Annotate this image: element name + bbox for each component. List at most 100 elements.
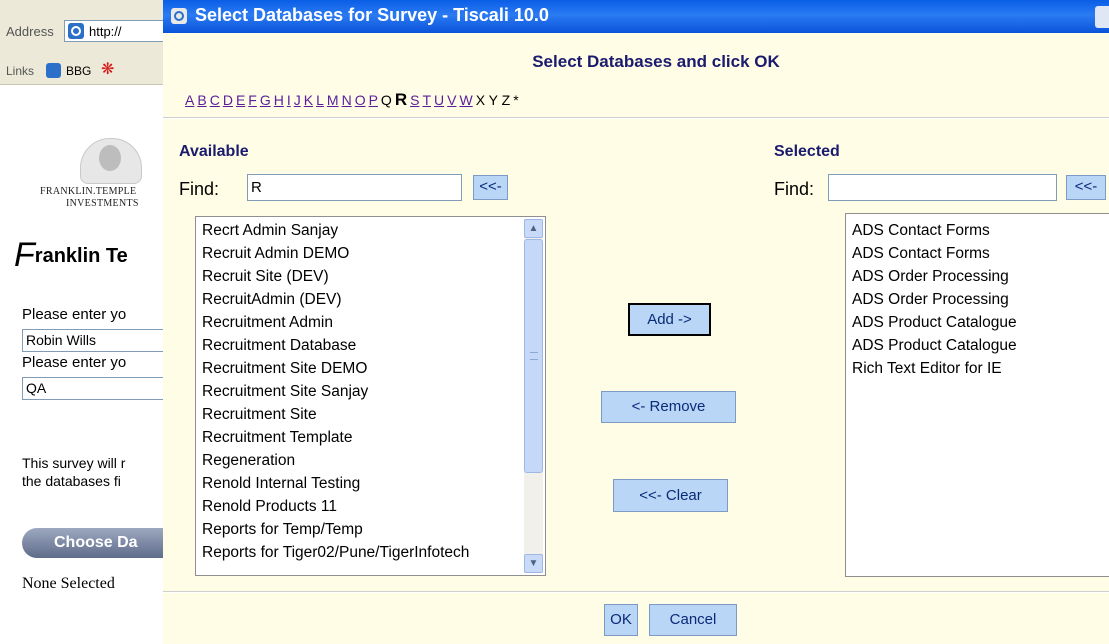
list-item[interactable]: ADS Order Processing bbox=[846, 288, 1109, 311]
alpha-link-g[interactable]: G bbox=[260, 92, 271, 108]
available-scrollbar[interactable]: ▲ ▼ bbox=[524, 219, 543, 573]
selected-listbox[interactable]: ADS Contact Forms ADS Contact Forms ADS Or… bbox=[845, 213, 1109, 577]
ie-link-icon[interactable] bbox=[46, 63, 61, 78]
remove-button[interactable]: <- Remove bbox=[601, 391, 736, 423]
alpha-link-c[interactable]: C bbox=[210, 92, 220, 108]
company-subtitle: INVESTMENTS bbox=[66, 198, 139, 209]
maple-leaf-icon[interactable]: ❋ bbox=[101, 62, 114, 78]
alpha-link-w[interactable]: W bbox=[459, 92, 472, 108]
ie-page-icon bbox=[68, 23, 84, 39]
page-heading: Franklin Te bbox=[14, 236, 128, 275]
available-find-label: Find: bbox=[179, 179, 220, 199]
background-browser-page: Address http:// Links BBG ❋ FRANKLIN.TEM… bbox=[0, 0, 165, 644]
franklin-logo-icon bbox=[80, 138, 142, 184]
list-item[interactable]: Recruitment Site bbox=[196, 403, 545, 426]
alpha-link-p[interactable]: P bbox=[369, 92, 378, 108]
prompt-name: Please enter yo bbox=[22, 306, 127, 323]
prompt-team: Please enter yo bbox=[22, 354, 127, 371]
dialog-header: Select Databases and click OK bbox=[532, 52, 780, 71]
alpha-star: * bbox=[513, 92, 519, 108]
address-label: Address bbox=[6, 24, 54, 39]
links-bar: Links BBG ❋ bbox=[0, 58, 165, 85]
list-item[interactable]: RecruitAdmin (DEV) bbox=[196, 288, 545, 311]
choose-databases-button[interactable]: Choose Da bbox=[22, 528, 165, 558]
alpha-link-i[interactable]: I bbox=[287, 92, 291, 108]
list-item[interactable]: ADS Product Catalogue bbox=[846, 311, 1109, 334]
dialog-title: Select Databases for Survey - Tiscali 10… bbox=[195, 5, 549, 25]
alpha-link-a[interactable]: A bbox=[185, 92, 194, 108]
list-item[interactable]: Reports for Tiger02/Pune/TigerInfotech bbox=[196, 541, 545, 564]
alpha-link-m[interactable]: M bbox=[327, 92, 339, 108]
alpha-plain-xyz: X Y Z bbox=[475, 92, 511, 108]
available-find-input[interactable] bbox=[247, 174, 462, 201]
alpha-link-l[interactable]: L bbox=[316, 92, 324, 108]
window-control-button[interactable] bbox=[1095, 6, 1109, 28]
list-item[interactable]: Recruitment Template bbox=[196, 426, 545, 449]
list-item[interactable]: Recruitment Site DEMO bbox=[196, 357, 545, 380]
heading-rest: ranklin Te bbox=[34, 245, 128, 267]
selected-find-button[interactable]: <<- bbox=[1066, 175, 1106, 200]
alpha-link-j[interactable]: J bbox=[294, 92, 301, 108]
available-title: Available bbox=[179, 143, 249, 160]
add-button[interactable]: Add -> bbox=[628, 303, 711, 336]
list-item[interactable]: Reports for Temp/Temp bbox=[196, 518, 545, 541]
list-item[interactable]: ADS Contact Forms bbox=[846, 219, 1109, 242]
alpha-link-t[interactable]: T bbox=[422, 92, 431, 108]
address-bar: Address http:// bbox=[0, 0, 165, 58]
alphabet-filter: ABCDEFGHIJKLMNOPQRSTUVWX Y Z * bbox=[185, 90, 522, 110]
alpha-link-e[interactable]: E bbox=[236, 92, 245, 108]
cancel-button[interactable]: Cancel bbox=[649, 604, 737, 636]
alpha-link-b[interactable]: B bbox=[197, 92, 206, 108]
list-item[interactable]: Rich Text Editor for IE bbox=[846, 357, 1109, 380]
team-field[interactable]: QA bbox=[22, 377, 165, 400]
divider-bottom bbox=[163, 591, 1109, 593]
available-listbox[interactable]: Recrt Admin Sanjay Recruit Admin DEMO Recr… bbox=[195, 216, 546, 576]
list-item[interactable]: ADS Order Processing bbox=[846, 265, 1109, 288]
alpha-link-u[interactable]: U bbox=[434, 92, 444, 108]
selected-title: Selected bbox=[774, 143, 840, 160]
survey-note-line1: This survey will r bbox=[22, 455, 126, 471]
list-item[interactable]: Recruitment Database bbox=[196, 334, 545, 357]
alpha-link-k[interactable]: K bbox=[304, 92, 313, 108]
survey-note-line2: the databases fi bbox=[22, 473, 121, 489]
list-item[interactable]: Renold Internal Testing bbox=[196, 472, 545, 495]
selected-find-input[interactable] bbox=[828, 174, 1057, 201]
alpha-link-s[interactable]: S bbox=[410, 92, 419, 108]
list-item[interactable]: Recruitment Site Sanjay bbox=[196, 380, 545, 403]
none-selected-text: None Selected bbox=[22, 575, 115, 592]
links-bbg[interactable]: BBG bbox=[66, 64, 91, 78]
list-item[interactable]: Regeneration bbox=[196, 449, 545, 472]
list-item[interactable]: Recruit Admin DEMO bbox=[196, 242, 545, 265]
alpha-link-h[interactable]: H bbox=[274, 92, 284, 108]
divider-top bbox=[163, 117, 1109, 119]
alpha-link-n[interactable]: N bbox=[342, 92, 352, 108]
list-item[interactable]: Recruit Site (DEV) bbox=[196, 265, 545, 288]
address-url[interactable]: http:// bbox=[89, 24, 122, 39]
list-item[interactable]: ADS Product Catalogue bbox=[846, 334, 1109, 357]
heading-initial: F bbox=[14, 236, 35, 274]
alpha-plain-q: Q bbox=[380, 92, 392, 108]
ie-window-icon bbox=[171, 8, 187, 24]
available-find-button[interactable]: <<- bbox=[473, 175, 508, 200]
alpha-link-v[interactable]: V bbox=[447, 92, 456, 108]
dialog-titlebar[interactable]: Select Databases for Survey - Tiscali 10… bbox=[163, 0, 1109, 33]
list-item[interactable]: Renold Products 11 bbox=[196, 495, 545, 518]
scroll-down-arrow-icon[interactable]: ▼ bbox=[524, 554, 543, 573]
selected-find-label: Find: bbox=[774, 179, 815, 199]
scrollbar-grip bbox=[530, 352, 538, 360]
alpha-current-r: R bbox=[394, 90, 408, 109]
address-field[interactable]: http:// bbox=[64, 20, 165, 42]
name-field[interactable]: Robin Wills bbox=[22, 329, 165, 352]
list-item[interactable]: ADS Contact Forms bbox=[846, 242, 1109, 265]
list-item[interactable]: Recrt Admin Sanjay bbox=[196, 219, 545, 242]
ok-button[interactable]: OK bbox=[604, 604, 638, 636]
list-item[interactable]: Recruitment Admin bbox=[196, 311, 545, 334]
company-name: FRANKLIN.TEMPLE bbox=[40, 186, 137, 197]
alpha-link-d[interactable]: D bbox=[223, 92, 233, 108]
links-label: Links bbox=[6, 64, 35, 78]
scrollbar-thumb[interactable] bbox=[524, 239, 543, 473]
alpha-link-o[interactable]: O bbox=[355, 92, 366, 108]
alpha-link-f[interactable]: F bbox=[248, 92, 257, 108]
clear-button[interactable]: <<- Clear bbox=[613, 479, 728, 512]
scroll-up-arrow-icon[interactable]: ▲ bbox=[524, 219, 543, 238]
